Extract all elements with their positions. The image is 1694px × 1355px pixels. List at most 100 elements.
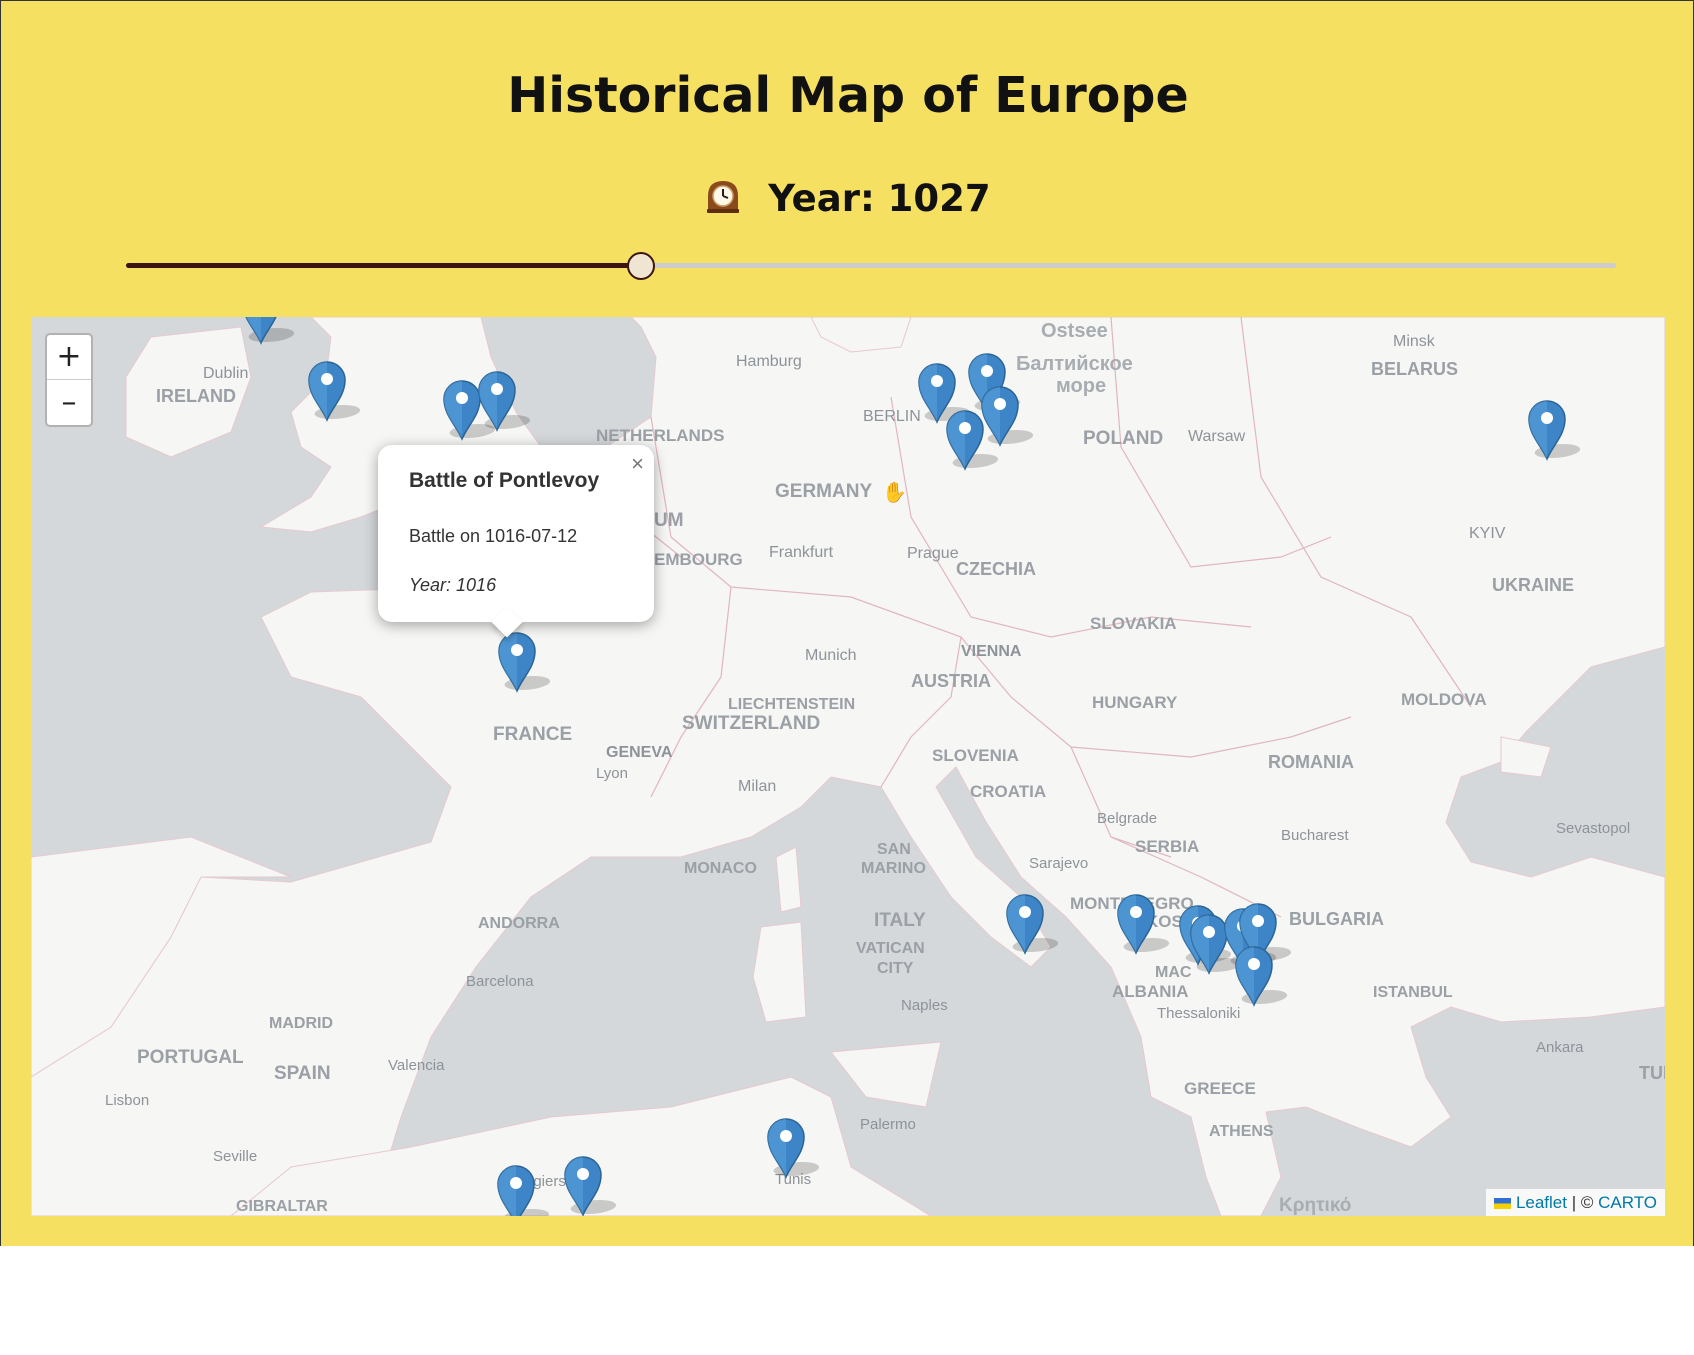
map-attribution: Leaflet | © CARTO — [1486, 1189, 1665, 1216]
place-label: MONACO — [684, 860, 757, 877]
zoom-in-button[interactable]: + — [47, 335, 91, 380]
place-label: Palermo — [860, 1116, 916, 1133]
popup-year: Year: 1016 — [409, 575, 497, 595]
map-marker-icon[interactable] — [1116, 893, 1176, 955]
slider-thumb[interactable] — [627, 252, 656, 280]
slider-fill — [126, 263, 641, 268]
place-label: SLOVENIA — [932, 746, 1019, 765]
place-label: Minsk — [1393, 333, 1436, 350]
map[interactable]: Ostsee Балтийское море Minsk BELARUS Ham… — [31, 317, 1665, 1216]
place-label: BELARUS — [1371, 359, 1458, 379]
zoom-control: + – — [45, 333, 93, 427]
place-label: MARINO — [861, 860, 926, 877]
popup-title: Battle of Pontlevoy — [409, 469, 600, 492]
map-marker-icon[interactable] — [980, 385, 1040, 447]
place-label: Lyon — [596, 765, 628, 782]
carto-link[interactable]: CARTO — [1598, 1193, 1657, 1212]
place-label: CZECHIA — [956, 559, 1036, 579]
map-marker-icon[interactable] — [563, 1155, 623, 1216]
map-marker-icon[interactable] — [766, 1117, 826, 1179]
place-label: Naples — [901, 997, 948, 1014]
place-label: GERMANY — [775, 481, 872, 502]
place-label: Sevastopol — [1556, 820, 1630, 837]
place-label: AUSTRIA — [911, 671, 991, 691]
place-label: Ankara — [1536, 1039, 1584, 1056]
place-label: море — [1056, 375, 1106, 397]
popup-description: Battle on 1016-07-12 — [409, 526, 578, 546]
map-marker-icon[interactable] — [307, 360, 367, 422]
place-label: ROMANIA — [1268, 752, 1354, 772]
place-label: Belgrade — [1097, 810, 1157, 827]
place-label: GIBRALTAR — [236, 1198, 328, 1215]
place-label: Sarajevo — [1029, 855, 1088, 872]
place-label: Seville — [213, 1148, 257, 1165]
place-label: VIENNA — [961, 643, 1022, 660]
map-marker-icon[interactable] — [241, 317, 301, 345]
place-label: Barcelona — [466, 973, 534, 990]
place-label: Dublin — [203, 365, 248, 382]
place-label: ISTANBUL — [1373, 984, 1453, 1001]
place-label: CROATIA — [970, 782, 1046, 801]
place-label: SWITZERLAND — [682, 713, 820, 734]
place-label: Milan — [738, 778, 776, 795]
place-label: Thessaloniki — [1157, 1005, 1240, 1022]
place-label: PORTUGAL — [137, 1047, 244, 1068]
app-frame: Historical Map of Europe Year: 1027 Osts… — [0, 0, 1694, 1246]
place-label: EMBOURG — [654, 550, 743, 569]
place-label: LIECHTENSTEIN — [728, 696, 855, 713]
place-label: Frankfurt — [769, 544, 834, 561]
place-label: NETHERLANDS — [596, 426, 724, 445]
ukraine-flag-icon — [1494, 1198, 1512, 1209]
place-label: Valencia — [388, 1057, 445, 1074]
place-label: KYIV — [1469, 525, 1506, 542]
place-label: SAN — [877, 841, 911, 858]
place-label: ATHENS — [1209, 1123, 1274, 1140]
event-popup: × Battle of Pontlevoy Battle on 1016-07-… — [378, 445, 654, 638]
place-label: Warsaw — [1188, 428, 1246, 445]
attribution-separator: | © — [1566, 1193, 1599, 1212]
place-label: CITY — [877, 960, 914, 977]
map-marker-icon[interactable] — [1527, 399, 1587, 461]
zoom-out-button[interactable]: – — [47, 381, 91, 425]
map-base-layer: Ostsee Балтийское море Minsk BELARUS Ham… — [31, 317, 1665, 1216]
place-label: ALBANIA — [1112, 982, 1189, 1001]
place-label: SERBIA — [1135, 837, 1199, 856]
place-label: VATICAN — [856, 940, 925, 957]
map-marker-icon[interactable] — [1234, 945, 1294, 1007]
place-label: Балтийское — [1016, 353, 1133, 375]
place-label: GREECE — [1184, 1079, 1256, 1098]
year-display: Year: 1027 — [1, 177, 1694, 220]
place-label: GENEVA — [606, 744, 673, 761]
year-label: Year: 1027 — [768, 177, 991, 220]
hand-cursor-icon: ✋ — [882, 482, 907, 504]
place-label: MOLDOVA — [1401, 690, 1487, 709]
place-label: Hamburg — [736, 353, 802, 370]
year-slider[interactable] — [126, 252, 1616, 280]
place-label: TUI — [1639, 1063, 1665, 1083]
place-label: SLOVAKIA — [1090, 614, 1177, 633]
place-label: POLAND — [1083, 428, 1163, 449]
place-label: Bucharest — [1281, 827, 1349, 844]
place-label: SPAIN — [274, 1063, 331, 1084]
map-marker-icon[interactable] — [497, 631, 557, 693]
place-label: Lisbon — [105, 1092, 149, 1109]
place-label: Κρητικό — [1279, 1195, 1351, 1216]
map-marker-icon[interactable] — [477, 370, 537, 432]
place-label: ITALY — [874, 910, 926, 931]
place-label: Ostsee — [1041, 320, 1108, 342]
page-title: Historical Map of Europe — [507, 67, 1189, 124]
place-label: FRANCE — [493, 724, 572, 745]
place-label: ANDORRA — [478, 915, 560, 932]
leaflet-link[interactable]: Leaflet — [1516, 1193, 1567, 1212]
place-label: UKRAINE — [1492, 575, 1574, 595]
place-label: Prague — [907, 545, 959, 562]
place-label: IRELAND — [156, 386, 236, 406]
place-label: MAC — [1155, 964, 1192, 981]
place-label: HUNGARY — [1092, 693, 1178, 712]
mantelpiece-clock-icon — [705, 178, 741, 214]
place-label: BULGARIA — [1289, 909, 1384, 929]
map-marker-icon[interactable] — [1005, 893, 1065, 955]
map-marker-icon[interactable] — [496, 1164, 556, 1216]
place-label: BERLIN — [863, 408, 921, 425]
popup-close-button[interactable]: × — [631, 451, 644, 477]
